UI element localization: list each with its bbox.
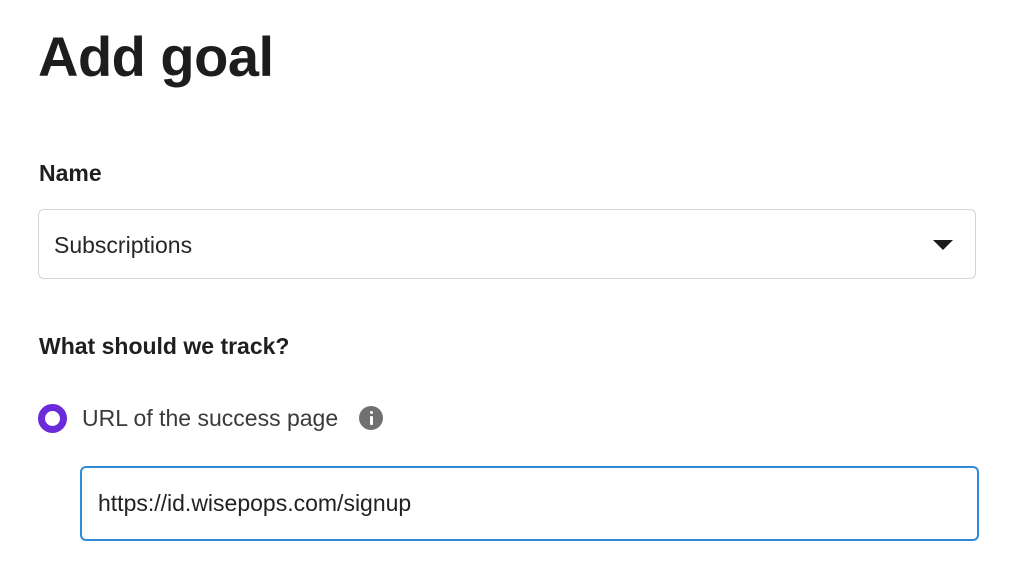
radio-option-label[interactable]: URL of the success page — [82, 403, 338, 433]
name-select[interactable]: Subscriptions — [38, 209, 976, 279]
radio-selected-icon[interactable] — [38, 403, 67, 433]
success-url-input[interactable] — [80, 466, 979, 541]
track-section-label: What should we track? — [39, 333, 290, 359]
radio-option-url-success-page[interactable]: URL of the success page — [38, 402, 384, 434]
page-title: Add goal — [38, 25, 274, 88]
info-icon[interactable] — [359, 406, 384, 430]
name-select-value: Subscriptions — [54, 232, 193, 258]
name-field-label: Name — [39, 160, 102, 186]
caret-down-icon — [933, 240, 953, 250]
add-goal-form: Add goal Name Subscriptions What should … — [0, 0, 1016, 564]
